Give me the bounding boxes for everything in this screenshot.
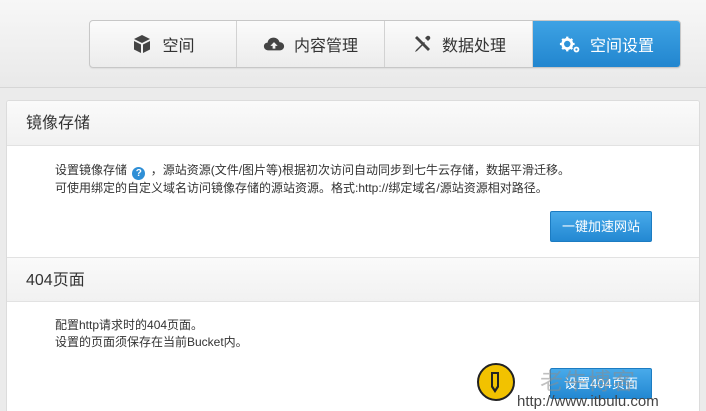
- accelerate-site-button[interactable]: 一键加速网站: [550, 211, 652, 242]
- page-404-description-line2: 设置的页面须保存在当前Bucket内。: [55, 335, 248, 349]
- tab-content-management[interactable]: 内容管理: [237, 21, 385, 67]
- tools-icon: [411, 33, 433, 55]
- mirror-description-line1: 设置镜像存储 ? ，源站资源(文件/图片等)根据初次访问自动同步到七牛云存储，数…: [55, 162, 699, 180]
- gears-icon: [559, 33, 581, 55]
- tab-content-management-label: 内容管理: [293, 38, 358, 55]
- watermark-text: 老牛博客: [540, 368, 636, 394]
- mirror-storage-section: 设置镜像存储 ? ，源站资源(文件/图片等)根据初次访问自动同步到七牛云存储，数…: [7, 146, 699, 257]
- page-404-title: 404页面: [7, 257, 699, 302]
- tab-data-processing[interactable]: 数据处理: [385, 21, 533, 67]
- tab-space-settings-label: 空间设置: [589, 38, 654, 55]
- tab-space[interactable]: 空间: [90, 21, 237, 67]
- tab-space-settings[interactable]: 空间设置: [533, 21, 680, 67]
- help-icon[interactable]: ?: [132, 167, 146, 180]
- box-icon: [131, 33, 153, 55]
- mirror-storage-title: 镜像存储: [7, 101, 699, 146]
- tab-space-label: 空间: [162, 38, 195, 55]
- mirror-description-line2: 可使用绑定的自定义域名访问镜像存储的源站资源。格式:http://绑定域名/源站…: [55, 181, 548, 195]
- cloud-upload-icon: [263, 33, 285, 55]
- top-bar: 空间 内容管理 数据处理 空间设置: [0, 0, 706, 88]
- mirror-line1-rest: ，源站资源(文件/图片等)根据初次访问自动同步到七牛云存储，数据平滑迁移。: [150, 163, 571, 177]
- watermark-url: http://www.itbulu.com: [517, 393, 659, 410]
- mirror-line1-text: 设置镜像存储: [55, 163, 128, 177]
- page-404-description-line1: 配置http请求时的404页面。: [55, 318, 204, 332]
- main-nav-tabs: 空间 内容管理 数据处理 空间设置: [89, 20, 681, 68]
- watermark-logo: [477, 363, 515, 401]
- tab-data-processing-label: 数据处理: [441, 38, 506, 55]
